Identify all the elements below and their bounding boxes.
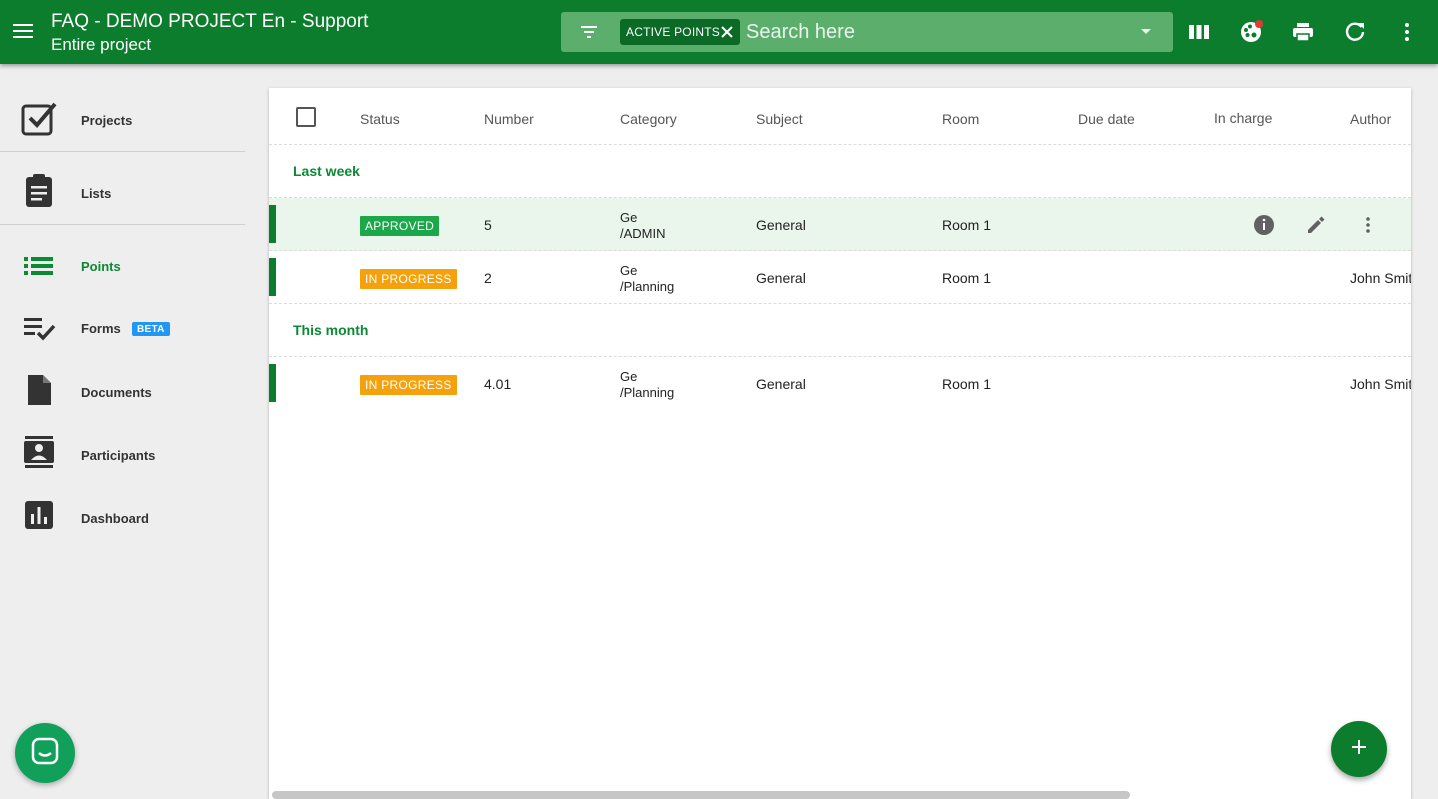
print-icon[interactable] <box>1291 20 1315 44</box>
points-table-panel: Status Number Category Subject Room Due … <box>269 88 1411 799</box>
category-line: /Planning <box>620 279 675 294</box>
group-label: This month <box>293 322 369 338</box>
number-cell: 2 <box>484 270 492 286</box>
page-subtitle: Entire project <box>51 35 152 54</box>
author-cell: John Smith <box>1350 376 1411 392</box>
sidebar-item-label: Points <box>81 259 121 274</box>
active-filter-chip[interactable]: ACTIVE POINTS <box>620 19 740 45</box>
group-header: Last week <box>269 145 1411 198</box>
projects-check-icon <box>21 100 57 136</box>
chat-icon <box>30 736 60 771</box>
room-cell: Room 1 <box>942 270 992 286</box>
category-cell: Ge /Planning <box>620 263 674 295</box>
author-cell: John Smith <box>1350 270 1411 286</box>
palette-icon[interactable] <box>1239 20 1263 44</box>
table-row[interactable]: IN PROGRESS 2 Ge /Planning General Room … <box>269 251 1411 304</box>
sidebar-divider <box>0 224 245 225</box>
table-row[interactable]: IN PROGRESS 4.01 Ge /Planning General Ro… <box>269 357 1411 410</box>
group-label: Last week <box>293 163 360 179</box>
category-cell: Ge /Planning <box>620 369 674 401</box>
info-icon[interactable] <box>1253 214 1275 236</box>
table-header: Status Number Category Subject Room Due … <box>269 88 1411 145</box>
sidebar-item-points[interactable]: Points <box>0 235 245 295</box>
row-indicator <box>269 205 276 243</box>
column-header-in-charge[interactable]: In charge <box>1214 110 1272 126</box>
sidebar-item-documents[interactable]: Documents <box>0 361 245 421</box>
contacts-icon <box>21 434 57 470</box>
sidebar-item-dashboard[interactable]: Dashboard <box>0 487 245 547</box>
document-icon <box>21 372 57 408</box>
subject-cell: General <box>756 270 806 286</box>
page-title: FAQ - DEMO PROJECT En - Support <box>51 11 369 32</box>
sidebar-item-lists[interactable]: Lists <box>0 162 245 222</box>
number-cell: 4.01 <box>484 376 512 392</box>
chat-support-button[interactable] <box>15 723 75 783</box>
refresh-icon[interactable] <box>1343 20 1367 44</box>
select-all-checkbox[interactable] <box>296 107 316 127</box>
sidebar: Projects Lists Points Forms BETA Documen… <box>0 64 245 799</box>
sidebar-item-label: Projects <box>81 113 133 128</box>
subject-cell: General <box>756 217 806 233</box>
beta-badge: BETA <box>132 322 170 336</box>
search-bar: ACTIVE POINTS <box>561 12 1173 52</box>
horizontal-scrollbar[interactable] <box>272 791 1130 799</box>
hamburger-menu-icon[interactable] <box>10 18 36 44</box>
notification-dot <box>1255 20 1263 28</box>
bar-chart-icon <box>21 497 57 533</box>
column-header-number[interactable]: Number <box>484 111 534 127</box>
chip-label: ACTIVE POINTS <box>626 25 720 39</box>
search-input[interactable] <box>746 18 1126 46</box>
row-more-vert-icon[interactable] <box>1357 214 1379 236</box>
edit-icon[interactable] <box>1305 214 1327 236</box>
list-icon <box>21 247 57 283</box>
clipboard-icon <box>21 172 57 208</box>
column-header-author[interactable]: Author <box>1350 111 1391 127</box>
sidebar-item-forms[interactable]: Forms BETA <box>0 298 245 358</box>
sidebar-item-label: Dashboard <box>81 511 149 526</box>
status-badge: APPROVED <box>360 216 440 236</box>
sidebar-item-label: Forms <box>81 321 121 336</box>
category-line: Ge <box>620 263 638 278</box>
columns-icon[interactable] <box>1187 20 1211 44</box>
plus-icon <box>1351 739 1367 760</box>
subject-cell: General <box>756 376 806 392</box>
checklist-icon <box>21 310 57 346</box>
sidebar-item-label: Lists <box>81 186 112 201</box>
group-header: This month <box>269 304 1411 357</box>
sidebar-item-participants[interactable]: Participants <box>0 424 245 484</box>
column-header-status[interactable]: Status <box>360 111 400 127</box>
column-header-category[interactable]: Category <box>620 111 677 127</box>
top-app-bar: FAQ - DEMO PROJECT En - Support Entire p… <box>0 0 1438 64</box>
chevron-down-icon[interactable] <box>1141 29 1151 34</box>
sidebar-item-label: Documents <box>81 385 152 400</box>
more-vert-icon[interactable] <box>1395 20 1419 44</box>
status-badge: IN PROGRESS <box>360 269 457 289</box>
row-indicator <box>269 364 276 402</box>
column-header-room[interactable]: Room <box>942 111 979 127</box>
number-cell: 5 <box>484 217 492 233</box>
add-point-button[interactable] <box>1331 721 1387 777</box>
table-row[interactable]: APPROVED 5 Ge /ADMIN General Room 1 <box>269 198 1411 251</box>
status-badge: IN PROGRESS <box>360 375 457 395</box>
category-line: Ge <box>620 210 638 225</box>
sidebar-item-projects[interactable]: Projects <box>0 89 245 149</box>
room-cell: Room 1 <box>942 376 992 392</box>
category-line: /Planning <box>620 385 675 400</box>
room-cell: Room 1 <box>942 217 992 233</box>
category-line: Ge <box>620 369 638 384</box>
column-header-due-date[interactable]: Due date <box>1078 111 1135 127</box>
category-cell: Ge /ADMIN <box>620 210 666 242</box>
filter-icon[interactable] <box>579 22 599 42</box>
sidebar-item-label: Participants <box>81 448 156 463</box>
row-indicator <box>269 258 276 296</box>
sidebar-divider <box>0 151 245 152</box>
column-header-subject[interactable]: Subject <box>756 111 803 127</box>
close-icon[interactable] <box>720 25 734 39</box>
category-line: /ADMIN <box>620 226 666 241</box>
